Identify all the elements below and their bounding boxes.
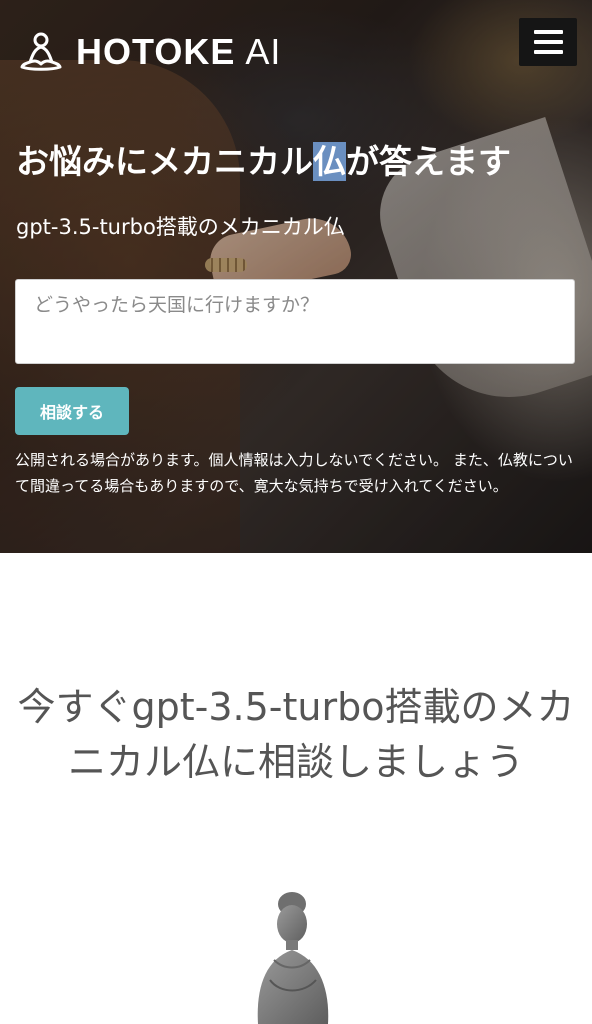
hero-subheadline: gpt-3.5-turbo搭載のメカニカル仏 [16,215,345,239]
headline-text-after: が答えます [346,142,511,181]
privacy-notice: 公開される場合があります。個人情報は入力しないでください。 また、仏教について間… [15,451,573,495]
hero-section: HOTOKE AI お悩みにメカニカル仏が答えます gpt-3.5-turbo搭載… [0,0,592,553]
hamburger-line-icon [534,30,563,34]
hero-headline: お悩みにメカニカル仏が答えます [16,140,586,184]
logo-text-light: AI [245,31,282,72]
cta-heading: 今すぐgpt-3.5-turbo搭載のメカニカル仏に相談しましょう [17,685,575,784]
hamburger-menu-button[interactable] [519,18,577,66]
headline-selected-text: 仏 [313,142,346,181]
logo-text-bold: HOTOKE [76,31,236,72]
logo-wordmark: HOTOKE AI [76,31,281,73]
hamburger-line-icon [534,40,563,44]
meditating-figure-icon [20,32,62,71]
site-logo[interactable]: HOTOKE AI [20,31,281,73]
headline-text-before: お悩みにメカニカル [16,142,313,181]
buddha-statue-image [257,892,329,1024]
hamburger-line-icon [534,50,563,54]
consult-button[interactable]: 相談する [15,387,129,435]
question-input[interactable] [15,279,575,364]
